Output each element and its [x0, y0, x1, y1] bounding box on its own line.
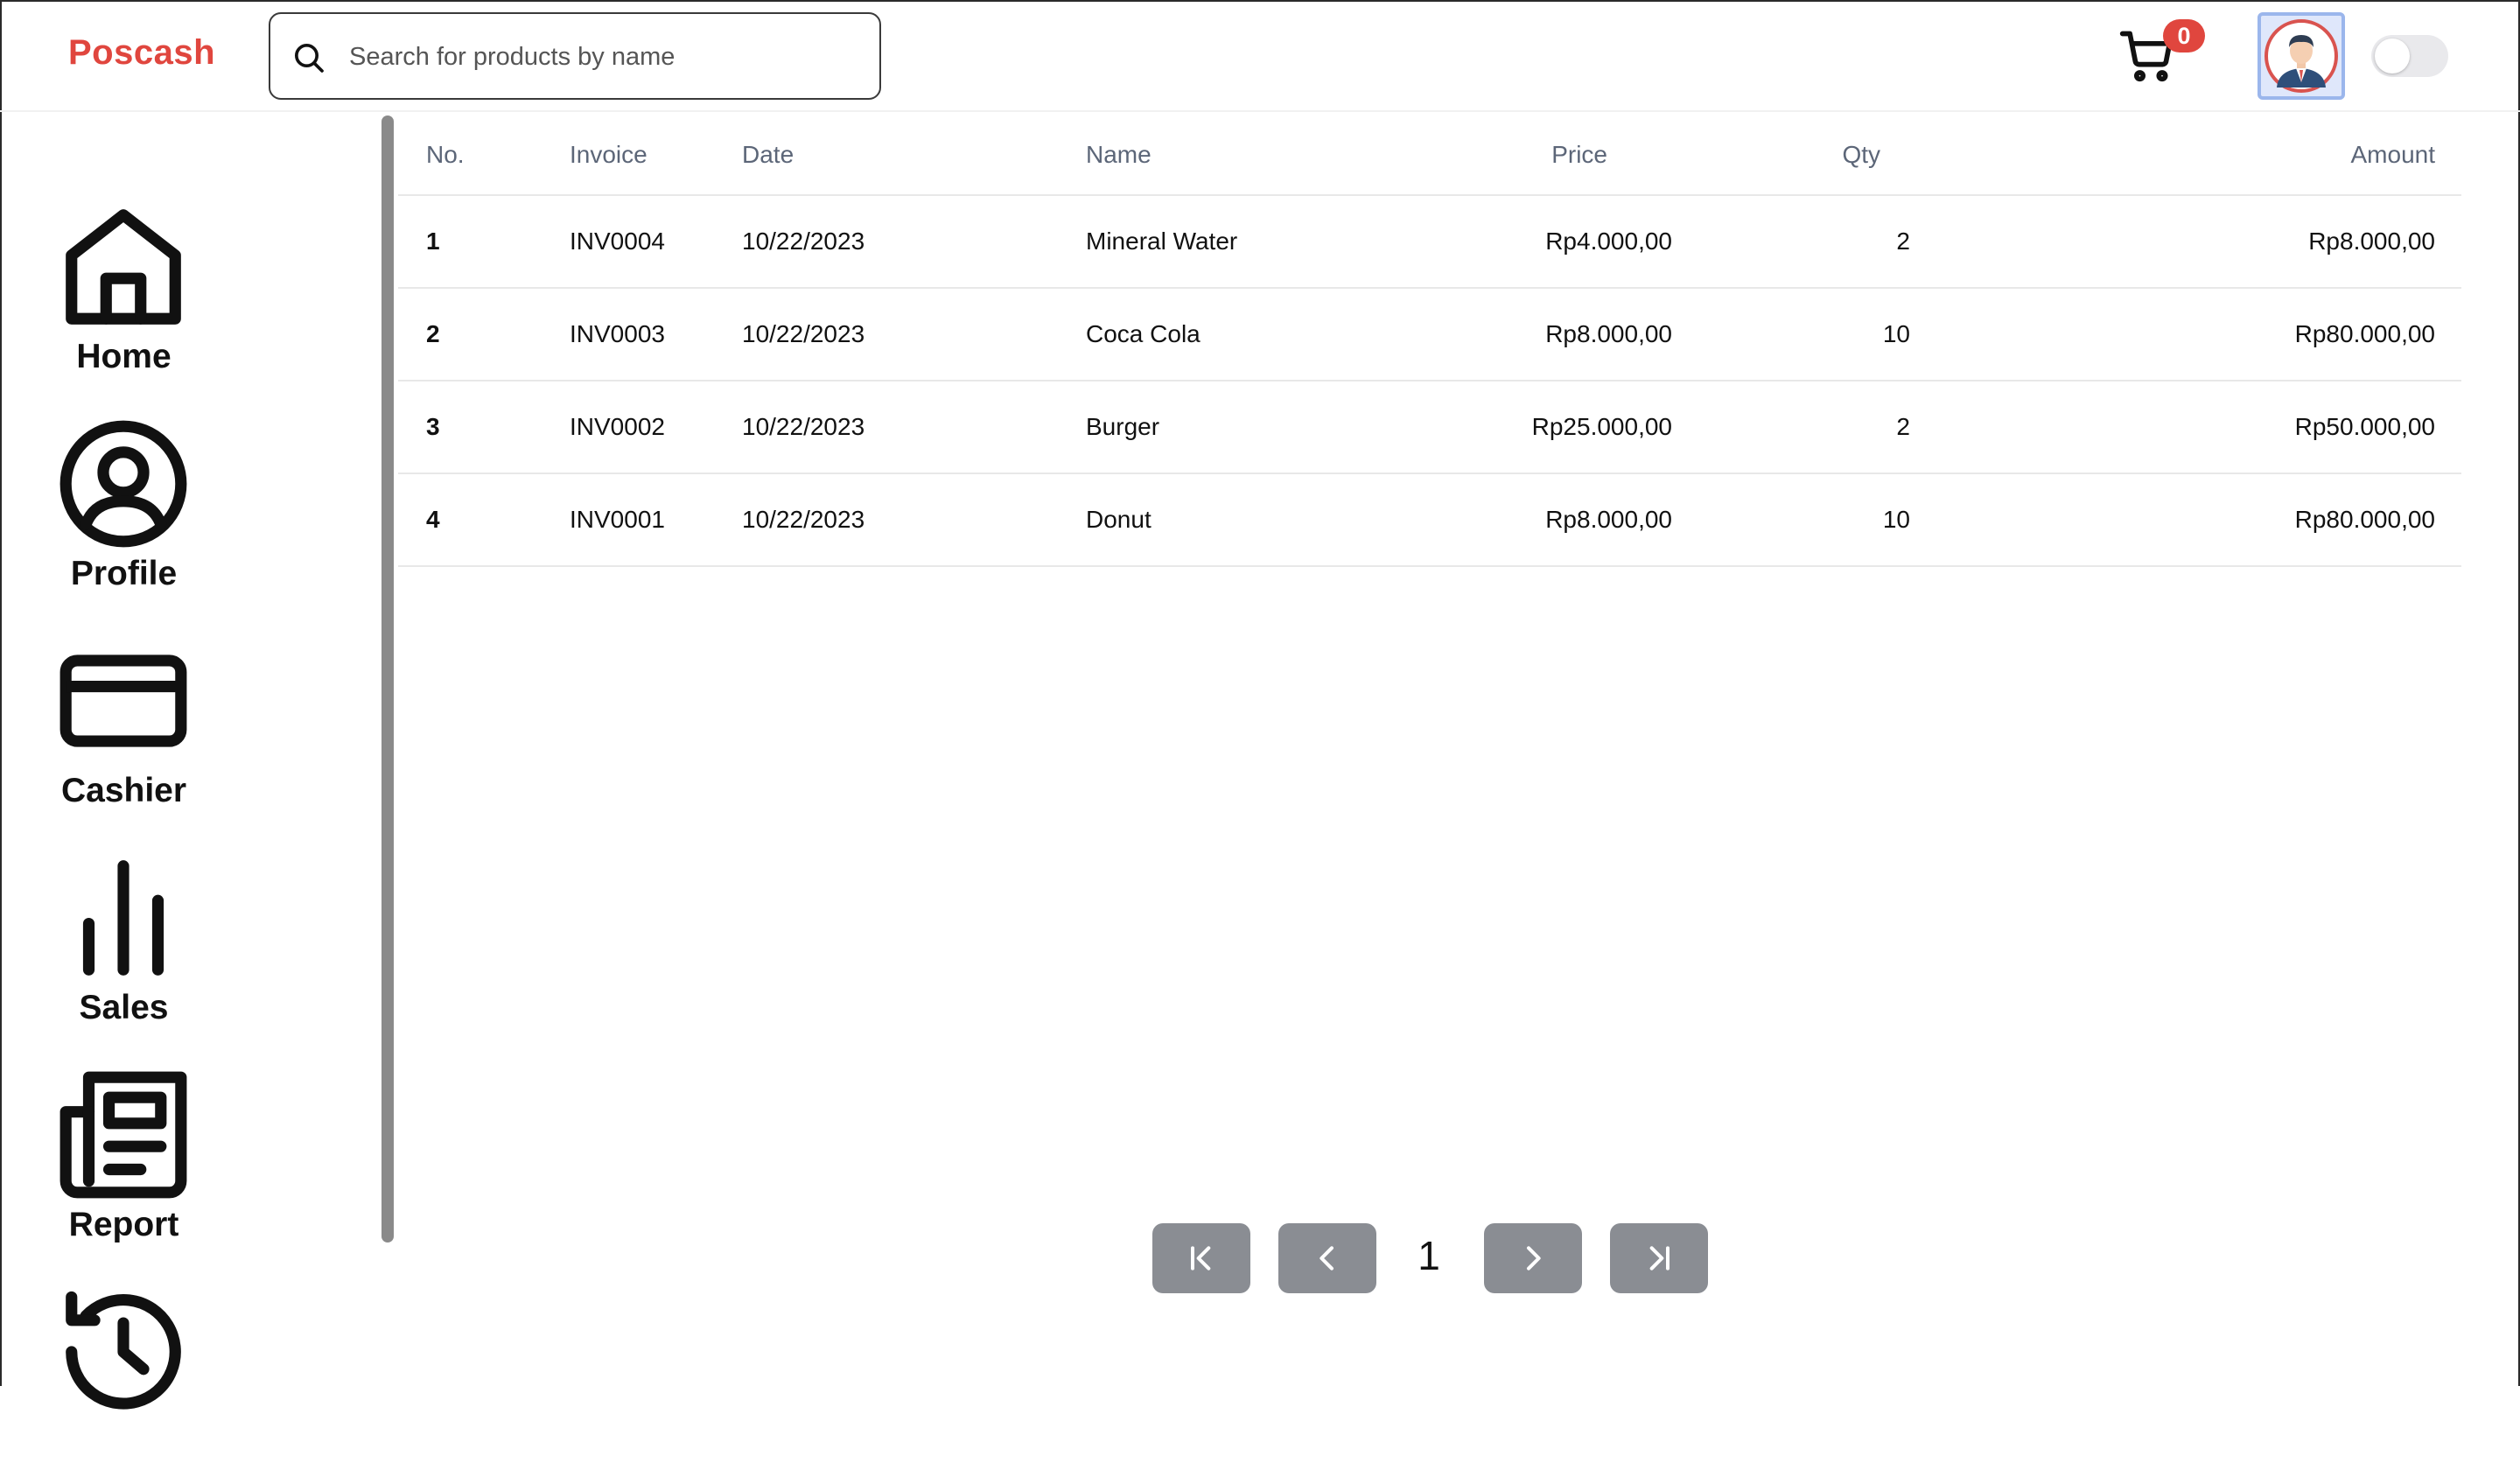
- table-header-row: No. Invoice Date Name Price Qty Amount: [398, 116, 2461, 196]
- toggle-knob: [2375, 38, 2410, 74]
- theme-toggle[interactable]: [2371, 35, 2448, 77]
- table-row[interactable]: 1 INV0004 10/22/2023 Mineral Water Rp4.0…: [398, 195, 2461, 289]
- column-header-name[interactable]: Name: [1086, 116, 1436, 196]
- sidebar-item-home[interactable]: Home: [0, 198, 249, 399]
- user-avatar-button[interactable]: [2258, 12, 2345, 100]
- last-page-icon: [1649, 1246, 1670, 1270]
- sidebar-item-label: Report: [68, 1206, 179, 1243]
- sidebar-item-label: Home: [76, 338, 172, 375]
- search-icon: [295, 44, 324, 73]
- cell-amount: Rp50.000,00: [1926, 381, 2461, 474]
- cell-no: 2: [398, 288, 570, 382]
- sidebar-item-cashier[interactable]: Cashier: [0, 632, 249, 833]
- cell-no: 3: [398, 381, 570, 474]
- first-page-icon: [1191, 1246, 1211, 1270]
- column-header-invoice[interactable]: Invoice: [570, 116, 742, 196]
- prev-page-button[interactable]: [1278, 1223, 1376, 1293]
- table-row[interactable]: 3 INV0002 10/22/2023 Burger Rp25.000,00 …: [398, 381, 2461, 474]
- bar-chart-icon: [82, 860, 164, 976]
- search-box[interactable]: [269, 12, 881, 100]
- cell-amount: Rp80.000,00: [1926, 288, 2461, 382]
- cell-name: Coca Cola: [1086, 288, 1436, 382]
- sidebar: Home Profile Cashier Sales Report: [0, 114, 249, 1410]
- newspaper-icon: [60, 1071, 187, 1199]
- cell-price: Rp4.000,00: [1436, 195, 1672, 289]
- cell-price: Rp8.000,00: [1436, 473, 1672, 567]
- cell-qty: 2: [1672, 381, 1926, 474]
- avatar: [2264, 19, 2338, 93]
- sidebar-item-label: Profile: [70, 555, 178, 592]
- sidebar-item-report[interactable]: Report: [0, 1066, 249, 1267]
- cell-date: 10/22/2023: [742, 288, 1086, 382]
- credit-card-icon: [60, 654, 187, 747]
- cell-name: Mineral Water: [1086, 195, 1436, 289]
- cell-qty: 10: [1672, 473, 1926, 567]
- cell-no: 4: [398, 473, 570, 567]
- cell-name: Donut: [1086, 473, 1436, 567]
- cell-amount: Rp8.000,00: [1926, 195, 2461, 289]
- cell-qty: 2: [1672, 195, 1926, 289]
- chevron-right-icon: [1527, 1246, 1541, 1270]
- cart-count-badge: 0: [2163, 19, 2205, 52]
- table-row[interactable]: 2 INV0003 10/22/2023 Coca Cola Rp8.000,0…: [398, 288, 2461, 382]
- sidebar-item-profile[interactable]: Profile: [0, 415, 249, 616]
- column-header-price[interactable]: Price: [1436, 116, 1672, 196]
- sales-table: No. Invoice Date Name Price Qty Amount 1…: [398, 116, 2461, 567]
- history-icon: [66, 1291, 181, 1410]
- next-page-button[interactable]: [1484, 1223, 1582, 1293]
- search-input[interactable]: [349, 33, 857, 80]
- cell-amount: Rp80.000,00: [1926, 473, 2461, 567]
- sidebar-item-history[interactable]: [0, 1283, 249, 1484]
- sidebar-item-sales[interactable]: Sales: [0, 849, 249, 1050]
- cell-invoice: INV0001: [570, 473, 742, 567]
- column-header-date[interactable]: Date: [742, 116, 1086, 196]
- cell-date: 10/22/2023: [742, 195, 1086, 289]
- cell-invoice: INV0003: [570, 288, 742, 382]
- brand-logo[interactable]: Poscash: [68, 33, 215, 73]
- cell-price: Rp25.000,00: [1436, 381, 1672, 474]
- cell-name: Burger: [1086, 381, 1436, 474]
- sidebar-item-label: Cashier: [60, 772, 187, 809]
- column-header-qty[interactable]: Qty: [1672, 116, 1926, 196]
- cell-price: Rp8.000,00: [1436, 288, 1672, 382]
- cell-no: 1: [398, 195, 570, 289]
- home-icon: [66, 209, 181, 325]
- table-row[interactable]: 4 INV0001 10/22/2023 Donut Rp8.000,00 10…: [398, 473, 2461, 567]
- cell-date: 10/22/2023: [742, 381, 1086, 474]
- top-header: Poscash 0: [0, 0, 2520, 112]
- chevron-left-icon: [1320, 1246, 1334, 1270]
- cell-invoice: INV0004: [570, 195, 742, 289]
- first-page-button[interactable]: [1152, 1223, 1250, 1293]
- user-circle-icon: [60, 420, 187, 548]
- column-header-amount[interactable]: Amount: [1926, 116, 2461, 196]
- cell-date: 10/22/2023: [742, 473, 1086, 567]
- cell-invoice: INV0002: [570, 381, 742, 474]
- sales-table-container: No. Invoice Date Name Price Qty Amount 1…: [398, 116, 2461, 567]
- column-header-no[interactable]: No.: [398, 116, 570, 196]
- cell-qty: 10: [1672, 288, 1926, 382]
- sidebar-scrollbar[interactable]: [382, 116, 394, 1242]
- current-page-number: 1: [1418, 1233, 1440, 1278]
- sidebar-item-label: Sales: [79, 989, 169, 1026]
- last-page-button[interactable]: [1610, 1223, 1708, 1293]
